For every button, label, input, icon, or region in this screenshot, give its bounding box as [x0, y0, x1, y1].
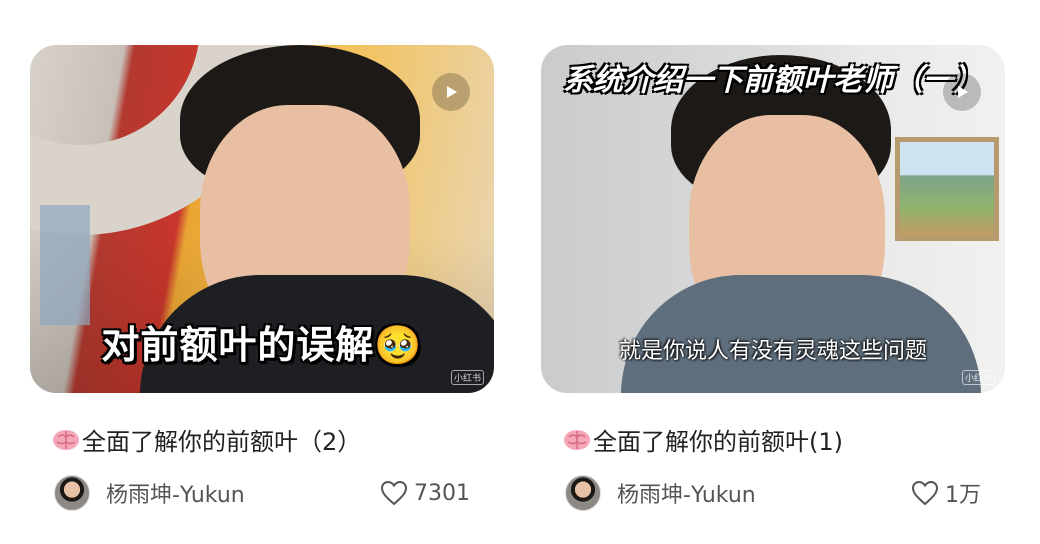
watermark: 小红书: [450, 370, 484, 385]
note-meta: 杨雨坤-Yukun 1万: [565, 473, 1005, 513]
wall-painting: [895, 137, 999, 241]
avatar[interactable]: [54, 475, 90, 511]
brain-emoji-icon: [53, 429, 79, 450]
like-count: 1万: [945, 483, 981, 508]
note-title: 全面了解你的前额叶(1): [593, 428, 843, 456]
note-card[interactable]: 系统介绍一下前额叶老师（一） 就是你说人有没有灵魂这些问题 小红书 全面了解你的…: [541, 45, 1005, 525]
background-window: [40, 205, 90, 325]
video-caption: 对前额叶的误解🥹: [101, 323, 423, 367]
video-thumbnail[interactable]: 对前额叶的误解🥹 小红书: [30, 45, 494, 393]
note-title-row[interactable]: 全面了解你的前额叶(1): [563, 422, 1005, 457]
like-button[interactable]: 1万: [911, 473, 981, 513]
like-count: 7301: [414, 480, 470, 506]
watermark: 小红书: [961, 370, 995, 385]
avatar[interactable]: [565, 475, 601, 511]
note-title-row[interactable]: 全面了解你的前额叶（2）: [52, 422, 494, 457]
video-subtitle: 就是你说人有没有灵魂这些问题: [618, 339, 927, 364]
note-feed: 对前额叶的误解🥹 小红书 全面了解你的前额叶（2） 杨雨坤-Yukun 7301: [0, 0, 1040, 544]
like-button[interactable]: 7301: [380, 473, 470, 513]
play-button[interactable]: [432, 73, 470, 111]
note-meta: 杨雨坤-Yukun 7301: [54, 473, 494, 513]
play-icon: [447, 86, 457, 98]
heart-outline-icon: [911, 480, 939, 506]
brain-emoji-icon: [564, 429, 590, 450]
play-icon: [958, 86, 968, 98]
note-title: 全面了解你的前额叶（2）: [82, 428, 362, 456]
author-name[interactable]: 杨雨坤-Yukun: [106, 477, 245, 509]
video-top-caption: 系统介绍一下前额叶老师（一）: [563, 63, 983, 98]
play-button[interactable]: [943, 73, 981, 111]
heart-outline-icon: [380, 480, 408, 506]
note-card[interactable]: 对前额叶的误解🥹 小红书 全面了解你的前额叶（2） 杨雨坤-Yukun 7301: [30, 45, 494, 525]
author-name[interactable]: 杨雨坤-Yukun: [617, 477, 756, 509]
video-thumbnail[interactable]: 系统介绍一下前额叶老师（一） 就是你说人有没有灵魂这些问题 小红书: [541, 45, 1005, 393]
